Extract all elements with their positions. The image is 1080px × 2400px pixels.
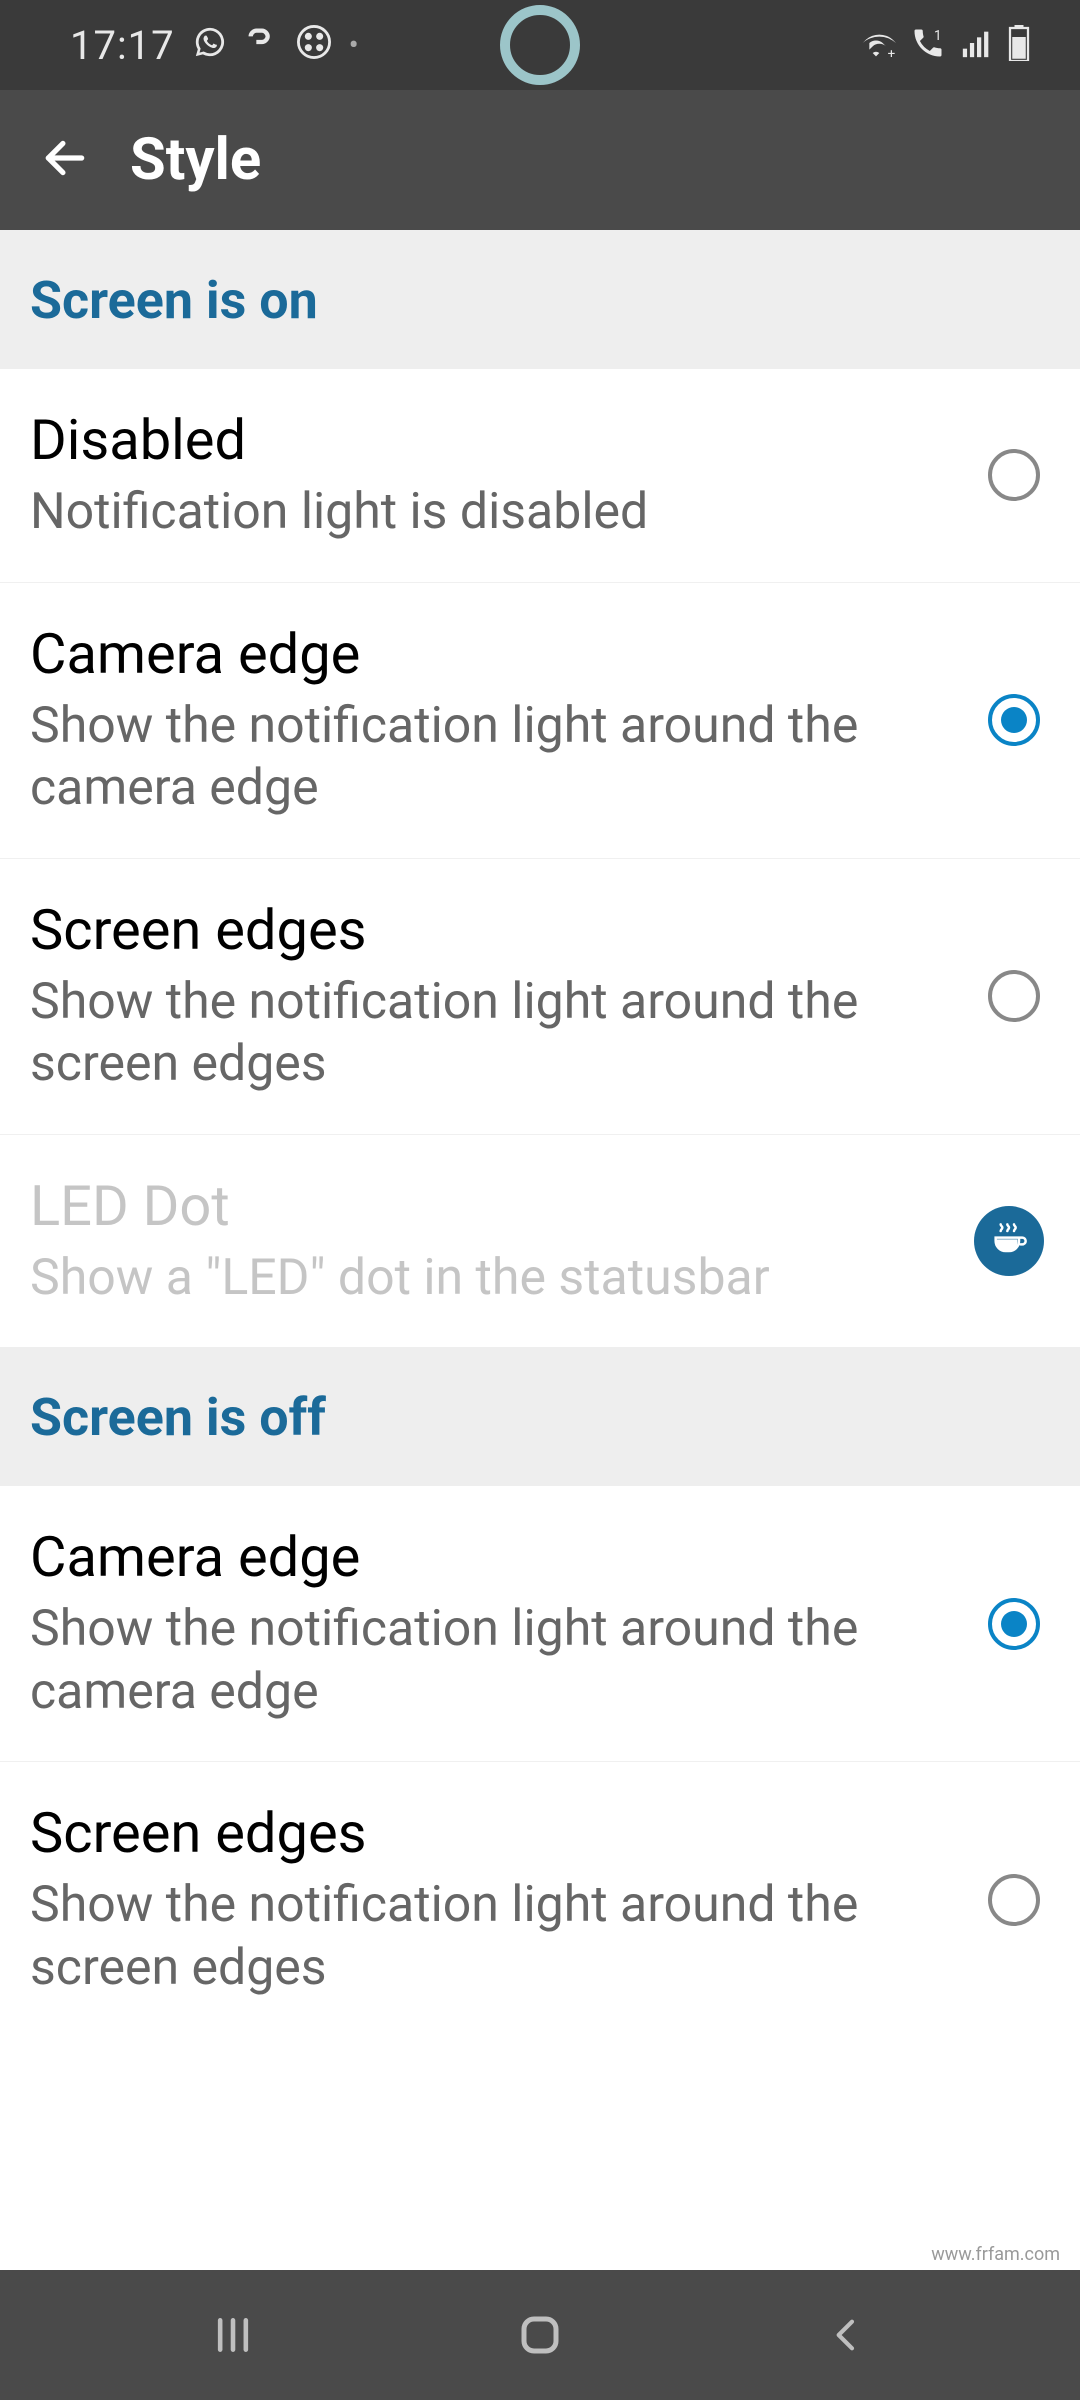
- wifi-icon: +: [856, 26, 896, 64]
- option-title: LED Dot: [30, 1173, 954, 1239]
- page-title: Style: [130, 126, 261, 194]
- option-subtitle: Show the notification light around the c…: [30, 1598, 968, 1723]
- watermark: www.frfam.com: [931, 2244, 1060, 2265]
- list-screen-on: Disabled Notification light is disabled …: [0, 369, 1080, 1347]
- option-screen-edges-off[interactable]: Screen edges Show the notification light…: [0, 1762, 1080, 2037]
- home-button[interactable]: [510, 2305, 570, 2365]
- grid-icon: [297, 22, 331, 69]
- radio-icon[interactable]: [988, 1874, 1040, 1926]
- option-title: Camera edge: [30, 1524, 968, 1590]
- radio-icon[interactable]: [988, 1598, 1040, 1650]
- call-icon: 1: [910, 25, 946, 65]
- camera-cutout-ring: [500, 5, 580, 85]
- coffee-premium-icon[interactable]: [974, 1206, 1044, 1276]
- option-subtitle: Notification light is disabled: [30, 481, 968, 544]
- status-time: 17:17: [70, 22, 175, 69]
- svg-text:+: +: [888, 47, 896, 60]
- section-header-screen-off: Screen is off: [0, 1347, 1080, 1486]
- radio-icon[interactable]: [988, 694, 1040, 746]
- option-camera-edge-off[interactable]: Camera edge Show the notification light …: [0, 1486, 1080, 1762]
- battery-icon: [1008, 25, 1030, 65]
- status-bar: 17:17 • + 1: [0, 0, 1080, 90]
- option-subtitle: Show a "LED" dot in the statusbar: [30, 1247, 954, 1310]
- back-button[interactable]: [817, 2305, 877, 2365]
- app-bar: Style: [0, 90, 1080, 230]
- option-title: Camera edge: [30, 621, 968, 687]
- recents-button[interactable]: [203, 2305, 263, 2365]
- option-title: Screen edges: [30, 1800, 968, 1866]
- whatsapp-icon: [193, 22, 227, 69]
- option-screen-edges-on[interactable]: Screen edges Show the notification light…: [0, 859, 1080, 1135]
- option-led-dot[interactable]: LED Dot Show a "LED" dot in the statusba…: [0, 1135, 1080, 1348]
- back-icon[interactable]: [40, 133, 90, 187]
- option-disabled[interactable]: Disabled Notification light is disabled: [0, 369, 1080, 583]
- list-screen-off: Camera edge Show the notification light …: [0, 1486, 1080, 2037]
- status-left: 17:17 •: [70, 22, 359, 69]
- option-title: Screen edges: [30, 897, 968, 963]
- radio-icon[interactable]: [988, 449, 1040, 501]
- option-title: Disabled: [30, 407, 968, 473]
- navigation-bar: [0, 2270, 1080, 2400]
- signal-icon: [960, 26, 994, 64]
- app-icon: [245, 22, 279, 69]
- option-camera-edge-on[interactable]: Camera edge Show the notification light …: [0, 583, 1080, 859]
- svg-text:1: 1: [934, 28, 942, 44]
- dot-icon: •: [349, 28, 359, 63]
- option-subtitle: Show the notification light around the s…: [30, 971, 968, 1096]
- option-subtitle: Show the notification light around the c…: [30, 695, 968, 820]
- radio-icon[interactable]: [988, 970, 1040, 1022]
- option-subtitle: Show the notification light around the s…: [30, 1874, 968, 1999]
- status-right: + 1: [856, 25, 1030, 65]
- section-header-screen-on: Screen is on: [0, 230, 1080, 369]
